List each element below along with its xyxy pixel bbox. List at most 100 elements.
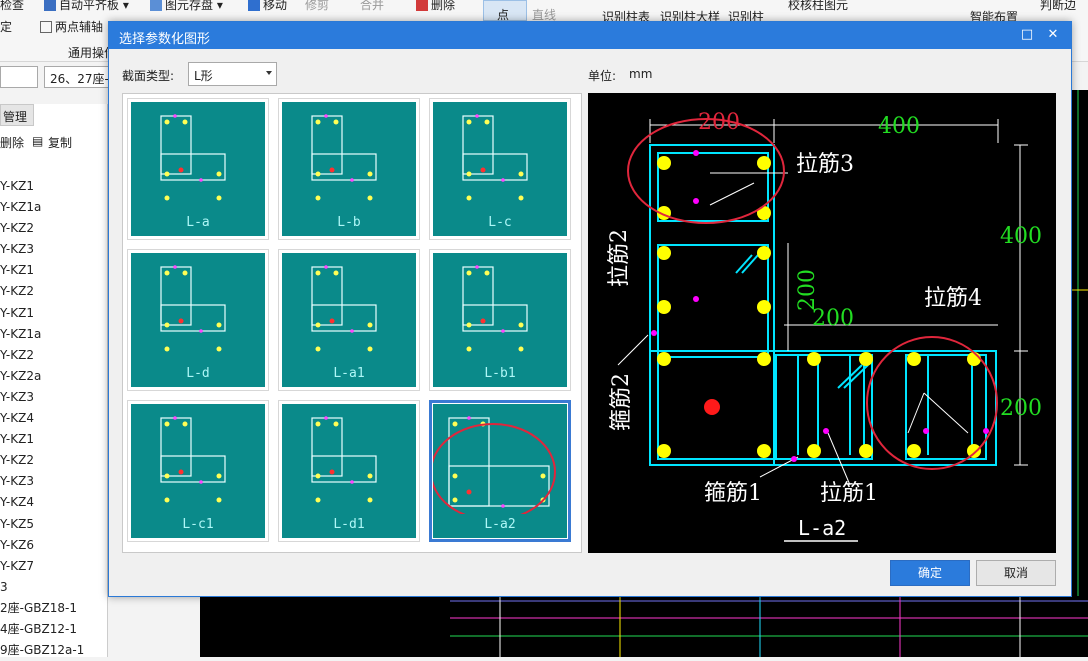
- list-item[interactable]: Y-KZ2: [0, 281, 108, 302]
- shape-gallery: L-a L-b L-c L-d L-a1 L-b1 L-c1 L-d1 L-a2: [122, 93, 582, 553]
- axis-icon: [40, 21, 52, 33]
- list-item[interactable]: Y-KZ2: [0, 345, 108, 366]
- close-icon[interactable]: ✕: [1043, 26, 1063, 44]
- point-button[interactable]: 点: [483, 0, 527, 22]
- ribbon-axis[interactable]: 定: [0, 18, 12, 35]
- list-item[interactable]: Y-KZ1: [0, 429, 108, 450]
- type-select[interactable]: [0, 66, 38, 88]
- list-item[interactable]: Y-KZ4: [0, 492, 108, 513]
- unit-label: 单位:: [588, 69, 617, 83]
- list-item[interactable]: 2座-GBZ18-1: [0, 598, 108, 619]
- list-item[interactable]: Y-KZ4: [0, 408, 108, 429]
- thumbnail-highlight: [433, 423, 556, 521]
- thumbnail-caption: L-b: [337, 215, 361, 230]
- ribbon-merge[interactable]: 合并: [360, 0, 384, 13]
- thumbnail-canvas: L-a1: [282, 253, 416, 387]
- param-shape-dialog: 选择参数化图形 □ ✕ 截面类型: L形 单位: mm L-a L-b L-c …: [108, 21, 1072, 597]
- list-item[interactable]: Y-KZ1: [0, 260, 108, 281]
- list-item[interactable]: 4座-GBZ12-1: [0, 619, 108, 640]
- list-item[interactable]: Y-KZ6: [0, 535, 108, 556]
- list-item[interactable]: Y-KZ3: [0, 239, 108, 260]
- ribbon-two-point-axis[interactable]: 两点辅轴: [40, 18, 103, 35]
- thumbnail-canvas: L-d: [131, 253, 265, 387]
- section-type-label: 截面类型:: [122, 69, 175, 83]
- thumbnail-caption: L-c1: [182, 517, 214, 532]
- ok-button[interactable]: 确定: [890, 560, 970, 586]
- thumbnail-canvas: L-b: [282, 102, 416, 236]
- thumbnail-caption: L-d: [186, 366, 210, 381]
- outline-horizontal: [649, 350, 997, 466]
- ribbon-check[interactable]: 检查: [0, 0, 24, 13]
- thumbnail-canvas: L-c1: [131, 404, 265, 538]
- dialog-title: 选择参数化图形: [119, 32, 211, 47]
- floor-select[interactable]: 26、27座-G: [44, 66, 110, 88]
- ribbon-save-element[interactable]: 图元存盘 ▾: [150, 0, 223, 13]
- stirrup-top: [657, 152, 769, 222]
- list-item[interactable]: 3: [0, 577, 108, 598]
- section-type-select[interactable]: L形: [188, 62, 277, 86]
- dim-mid-vertical: 200: [795, 269, 820, 311]
- shape-thumbnail-2[interactable]: L-b: [278, 98, 420, 240]
- tab-manage[interactable]: 管理: [0, 104, 34, 126]
- label-lajin4: 拉筋4: [924, 286, 982, 311]
- shape-thumbnail-3[interactable]: L-c: [429, 98, 571, 240]
- dim-top-right: 400: [878, 114, 920, 139]
- ribbon-check-column[interactable]: 校核柱图元: [788, 0, 848, 13]
- list-item[interactable]: 9座-GBZ12a-1: [0, 640, 108, 661]
- list-item[interactable]: Y-KZ1: [0, 303, 108, 324]
- cad-lines: [450, 596, 1088, 657]
- shape-thumbnail-9[interactable]: L-a2: [429, 400, 571, 542]
- dim-right-upper: 400: [1000, 224, 1042, 249]
- save-element-icon: [150, 0, 162, 11]
- unit-value: mm: [629, 67, 653, 81]
- thumbnail-shape: [433, 416, 556, 521]
- thumbnail-caption: L-b1: [484, 366, 516, 381]
- preview-drawing: 200 400 400 200 200 200 拉筋3 拉筋4 箍筋1 拉筋1 …: [607, 110, 1042, 542]
- list-item[interactable]: Y-KZ1a: [0, 324, 108, 345]
- delete-button[interactable]: 删除: [0, 134, 24, 151]
- thumbnail-canvas: L-d1: [282, 404, 416, 538]
- thumbnail-shape: [462, 265, 528, 352]
- maximize-icon[interactable]: □: [1017, 26, 1037, 44]
- shape-thumbnail-1[interactable]: L-a: [127, 98, 269, 240]
- ribbon-delete[interactable]: 删除: [416, 0, 455, 13]
- list-item[interactable]: Y-KZ2: [0, 218, 108, 239]
- list-item[interactable]: Y-KZ2: [0, 450, 108, 471]
- shape-thumbnail-6[interactable]: L-b1: [429, 249, 571, 391]
- thumbnail-shape: [311, 416, 377, 503]
- ribbon-move[interactable]: 移动: [248, 0, 287, 13]
- list-item[interactable]: Y-KZ7: [0, 556, 108, 577]
- list-item[interactable]: Y-KZ5: [0, 514, 108, 535]
- thumbnail-caption: L-a2: [484, 517, 516, 532]
- list-item[interactable]: Y-KZ2a: [0, 366, 108, 387]
- list-item[interactable]: Y-KZ1: [0, 176, 108, 197]
- label-gujin1: 箍筋1: [704, 481, 762, 506]
- thumbnail-canvas: L-c: [433, 102, 567, 236]
- list-item[interactable]: Y-KZ3: [0, 387, 108, 408]
- thumbnail-caption: L-c: [488, 215, 512, 230]
- label-lajin1: 拉筋1: [820, 481, 878, 506]
- shape-thumbnail-7[interactable]: L-c1: [127, 400, 269, 542]
- label-lajin2: 拉筋2: [607, 229, 632, 287]
- ribbon-auto-level[interactable]: 自动平齐板 ▾: [44, 0, 129, 13]
- ribbon-trim[interactable]: 修剪: [305, 0, 329, 13]
- shape-thumbnail-4[interactable]: L-d: [127, 249, 269, 391]
- ribbon-judge-edge[interactable]: 判断边: [1040, 0, 1076, 13]
- cad-canvas-bottom[interactable]: [200, 596, 1088, 657]
- cancel-button[interactable]: 取消: [976, 560, 1056, 586]
- auto-level-icon: [44, 0, 56, 11]
- thumbnail-caption: L-a: [186, 215, 210, 230]
- thumbnail-canvas: L-a2: [433, 404, 567, 538]
- dim-right-lower: 200: [1000, 396, 1042, 421]
- copy-button[interactable]: 复制: [48, 134, 72, 151]
- preview-caption: L-a2: [798, 516, 846, 540]
- label-gujin2: 箍筋2: [609, 373, 634, 431]
- chevron-down-icon: [266, 71, 272, 75]
- label-lajin3: 拉筋3: [796, 152, 854, 177]
- list-item[interactable]: Y-KZ3: [0, 471, 108, 492]
- shape-thumbnail-8[interactable]: L-d1: [278, 400, 420, 542]
- list-item[interactable]: Y-KZ1a: [0, 197, 108, 218]
- thumbnail-canvas: L-b1: [433, 253, 567, 387]
- shape-thumbnail-5[interactable]: L-a1: [278, 249, 420, 391]
- thumbnail-canvas: L-a: [131, 102, 265, 236]
